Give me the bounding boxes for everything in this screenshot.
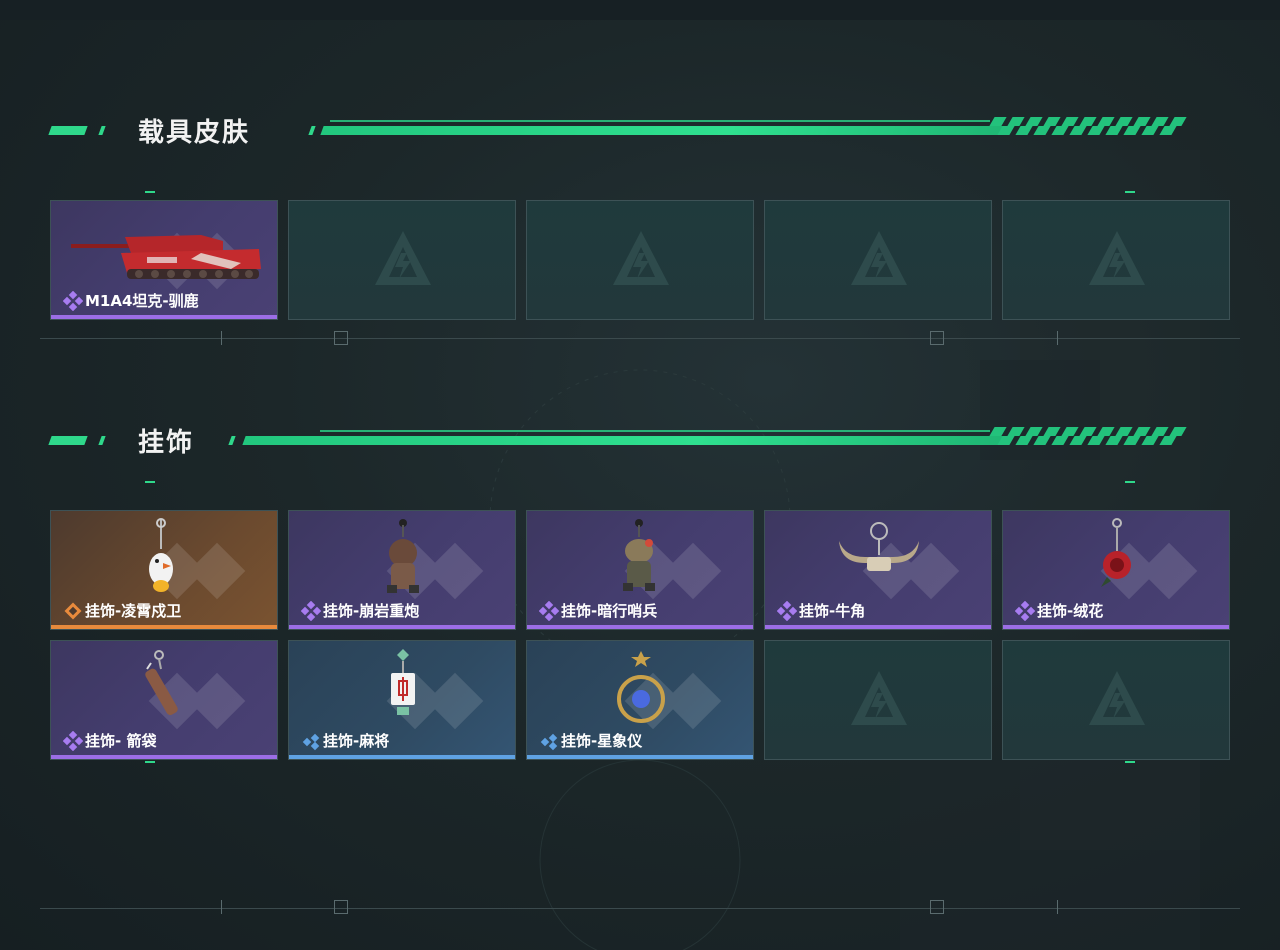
grid-tick	[221, 331, 222, 345]
grid-marker	[334, 900, 348, 914]
item-name: 挂饰-麻将	[323, 732, 390, 750]
grid-marker	[930, 900, 944, 914]
header-dash	[98, 436, 106, 445]
header-dash	[228, 436, 236, 445]
grid-line	[40, 338, 1240, 339]
empty-slot	[1002, 640, 1230, 760]
top-bar	[0, 0, 1280, 20]
grid-tick	[1057, 900, 1058, 914]
grid-line	[40, 908, 1240, 909]
charm-card-velvet-flower[interactable]: 挂饰-绒花	[1002, 510, 1230, 630]
empty-slot	[288, 200, 516, 320]
item-name: 挂饰-崩岩重炮	[323, 602, 420, 620]
charm-card-ox-horn[interactable]: 挂饰-牛角	[764, 510, 992, 630]
item-name: M1A4坦克-驯鹿	[85, 292, 199, 310]
chick-charm-icon	[149, 518, 173, 592]
header-bar	[320, 126, 1004, 135]
charm-card-anxing-sentry[interactable]: 挂饰-暗行哨兵	[526, 510, 754, 630]
item-name: 挂饰-星象仪	[561, 732, 643, 750]
rarity-stripe	[765, 625, 991, 629]
section-title: 挂饰	[138, 428, 195, 458]
corner-tick	[1125, 191, 1135, 193]
item-label: 挂饰-暗行哨兵	[539, 600, 657, 621]
horn-charm-icon	[839, 522, 919, 571]
section-title: 载具皮肤	[138, 118, 251, 148]
rarity-purple-icon	[63, 730, 83, 751]
empty-slot	[764, 640, 992, 760]
game-logo-icon	[1089, 671, 1145, 725]
game-logo-icon	[375, 231, 431, 285]
header-checker	[997, 126, 1180, 144]
header-dash	[98, 126, 106, 135]
rarity-stripe	[527, 755, 753, 759]
corner-tick	[145, 481, 155, 483]
header-line	[330, 120, 990, 122]
rarity-purple-icon	[539, 600, 559, 621]
item-label: 挂饰-星象仪	[539, 730, 642, 751]
grid-tick	[221, 900, 222, 914]
item-label: 挂饰-牛角	[777, 600, 865, 621]
tank-icon	[71, 235, 261, 279]
item-label: M1A4坦克-驯鹿	[63, 290, 199, 311]
charm-card-mahjong[interactable]: 挂饰-麻将	[288, 640, 516, 760]
rarity-stripe	[1003, 625, 1229, 629]
item-name: 挂饰-暗行哨兵	[561, 602, 658, 620]
corner-tick	[1125, 481, 1135, 483]
rarity-purple-icon	[777, 600, 797, 621]
grid-tick	[1057, 331, 1058, 345]
rarity-stripe	[527, 625, 753, 629]
empty-slot	[1002, 200, 1230, 320]
section-header-charms: 挂饰	[0, 422, 1280, 462]
header-dash	[48, 436, 88, 445]
header-dash	[48, 126, 88, 135]
quiver-charm-icon	[145, 650, 178, 716]
header-bar	[242, 436, 1004, 445]
rarity-blue-icon	[540, 733, 558, 750]
rarity-stripe	[51, 755, 277, 759]
astrolabe-charm-icon	[617, 651, 665, 723]
item-name: 挂饰- 箭袋	[85, 732, 157, 750]
item-label: 挂饰-凌霄戍卫	[63, 600, 181, 621]
game-logo-icon	[1089, 231, 1145, 285]
empty-slot	[526, 200, 754, 320]
rarity-purple-icon	[301, 600, 321, 621]
rose-charm-icon	[1101, 518, 1131, 587]
game-logo-icon	[613, 231, 669, 285]
corner-tick	[1125, 761, 1135, 763]
item-name: 挂饰-绒花	[1037, 602, 1104, 620]
corner-tick	[145, 191, 155, 193]
mahjong-charm-icon	[391, 649, 415, 715]
rarity-stripe	[51, 315, 277, 319]
charm-card-bengyan-cannon[interactable]: 挂饰-崩岩重炮	[288, 510, 516, 630]
skin-card-m1a4-reindeer[interactable]: M1A4坦克-驯鹿	[50, 200, 278, 320]
item-name: 挂饰-凌霄戍卫	[85, 602, 182, 620]
grid-marker	[930, 331, 944, 345]
item-label: 挂饰-崩岩重炮	[301, 600, 419, 621]
rarity-blue-icon	[302, 733, 320, 750]
rarity-purple-icon	[63, 290, 83, 311]
charm-card-lingxiao-guard[interactable]: 挂饰-凌霄戍卫	[50, 510, 278, 630]
header-dash	[308, 126, 316, 135]
rarity-stripe	[289, 755, 515, 759]
empty-slot	[764, 200, 992, 320]
charm-card-quiver[interactable]: 挂饰- 箭袋	[50, 640, 278, 760]
section-header-vehicle-skins: 载具皮肤	[0, 112, 1280, 152]
rarity-stripe	[289, 625, 515, 629]
rarity-stripe	[51, 625, 277, 629]
header-line	[320, 430, 990, 432]
item-name: 挂饰-牛角	[799, 602, 866, 620]
corner-tick	[145, 761, 155, 763]
item-label: 挂饰- 箭袋	[63, 730, 156, 751]
game-logo-icon	[851, 231, 907, 285]
rarity-orange-icon	[64, 602, 82, 619]
header-checker	[997, 436, 1180, 454]
item-label: 挂饰-绒花	[1015, 600, 1103, 621]
game-logo-icon	[851, 671, 907, 725]
soldier-charm-icon	[387, 519, 419, 593]
sentry-charm-icon	[623, 519, 655, 591]
charm-card-astrolabe[interactable]: 挂饰-星象仪	[526, 640, 754, 760]
rarity-purple-icon	[1015, 600, 1035, 621]
grid-marker	[334, 331, 348, 345]
item-label: 挂饰-麻将	[301, 730, 389, 751]
